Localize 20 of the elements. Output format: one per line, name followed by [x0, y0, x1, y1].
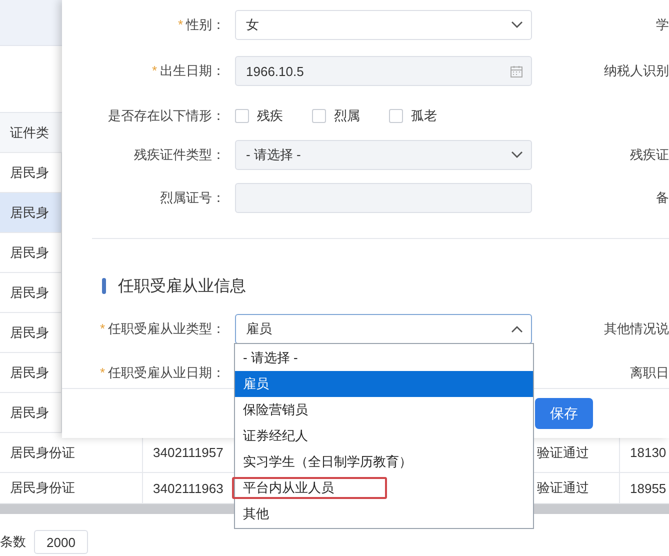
required-mark: * — [100, 365, 105, 380]
field-label: 其他情况说 — [603, 320, 669, 338]
field-label: 离职日 — [629, 364, 669, 382]
field-label: 纳税人识别 — [603, 62, 669, 80]
required-mark: * — [152, 63, 157, 78]
field-label: 烈属证号： — [159, 189, 225, 207]
field-label: 残疾证 — [629, 146, 669, 164]
required-mark: * — [100, 321, 105, 336]
table-cell: 居民身份证 — [0, 473, 143, 503]
field-label: 备 — [655, 189, 669, 207]
section-title: 任职受雇从业信息 — [118, 276, 246, 296]
required-mark: * — [178, 17, 183, 32]
table-cell-text: 18955 — [629, 480, 668, 498]
field-label: * 任职受雇从业类型： — [100, 321, 225, 336]
field-label: * 出生日期： — [152, 63, 225, 78]
table-cell-text: 18130 — [629, 444, 668, 462]
field-label: * 任职受雇从业日期： — [100, 365, 225, 380]
field-label: * 性别： — [178, 17, 225, 32]
page-size-label: 条数 — [0, 533, 26, 551]
field-label: 学 — [655, 16, 669, 34]
